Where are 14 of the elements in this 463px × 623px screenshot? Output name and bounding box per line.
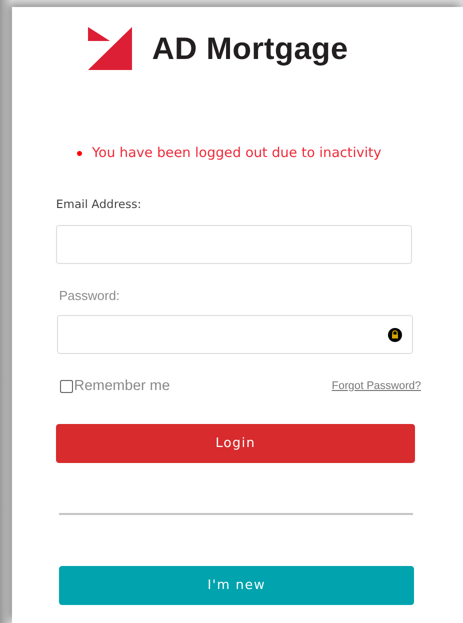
logo-mark-icon — [88, 27, 132, 71]
email-label: Email Address: — [56, 197, 142, 211]
password-field[interactable] — [57, 315, 413, 354]
remember-checkbox[interactable] — [60, 380, 73, 392]
error-message: You have been logged out due to inactivity — [92, 145, 382, 161]
lock-icon — [388, 328, 402, 342]
email-field[interactable] — [56, 225, 412, 264]
register-button[interactable]: I'm new — [59, 566, 414, 605]
bullet-icon — [77, 150, 82, 156]
forgot-password-link[interactable]: Forgot Password? — [332, 380, 421, 392]
login-button[interactable]: Login — [56, 424, 415, 463]
logo-text: AD Mortgage — [152, 31, 348, 67]
remember-label: Remember me — [74, 378, 170, 394]
password-label: Password: — [59, 288, 121, 303]
